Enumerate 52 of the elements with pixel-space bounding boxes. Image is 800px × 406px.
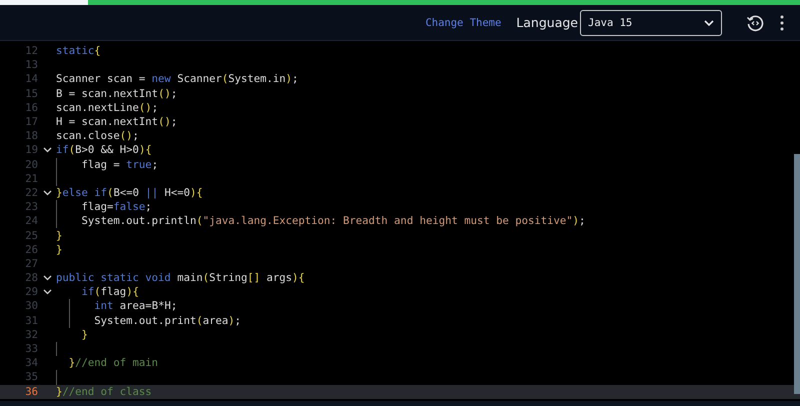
code-line: H = scan.nextInt(); <box>56 116 178 128</box>
caret-icon <box>704 20 714 26</box>
code-line: flag = true; <box>82 158 158 171</box>
code-line: static{ <box>56 45 101 58</box>
code-line: public static void main(String[] args){ <box>56 272 305 284</box>
line-number: 35 <box>24 371 38 384</box>
code-line: } <box>82 328 88 341</box>
code-line: } <box>56 244 62 256</box>
line-number: 15 <box>24 88 38 100</box>
code-line: Scanner scan = new Scanner(System.in); <box>56 73 298 86</box>
code-line: scan.nextLine(); <box>56 102 158 114</box>
history-icon[interactable] <box>746 14 764 32</box>
code-line: }//end of class <box>56 386 152 398</box>
line-number: 33 <box>24 343 38 356</box>
code-line: int area=B*H; <box>94 300 178 312</box>
line-number: 18 <box>24 130 38 142</box>
line-number: 25 <box>24 230 38 242</box>
code-line: flag=false; <box>82 201 152 214</box>
line-number: 23 <box>24 201 38 214</box>
code-line: } <box>56 230 62 242</box>
line-number: 20 <box>24 158 38 171</box>
line-number: 22 <box>24 186 38 199</box>
code-line: }//end of main <box>68 357 158 370</box>
language-select[interactable]: Java 15 <box>580 10 722 36</box>
scrollbar-thumb[interactable] <box>794 154 800 394</box>
line-number: 28 <box>24 272 38 284</box>
more-options-icon[interactable] <box>780 14 784 30</box>
code-line: System.out.println("java.lang.Exception: Breadth and height must be positive"); <box>82 215 586 228</box>
line-number: 30 <box>24 300 38 312</box>
line-number: 16 <box>24 102 38 114</box>
line-number: 27 <box>24 258 38 270</box>
language-label: Language <box>516 15 578 30</box>
code-line: B = scan.nextInt(); <box>56 88 178 100</box>
line-number: 24 <box>24 215 38 228</box>
line-number: 29 <box>24 286 38 298</box>
change-theme-link[interactable]: Change Theme <box>425 16 502 28</box>
line-number: 34 <box>24 357 38 370</box>
line-number: 21 <box>24 172 38 185</box>
code-line: scan.close(); <box>56 130 139 142</box>
line-number: 26 <box>24 244 38 256</box>
line-number: 17 <box>24 116 38 128</box>
code-line: if(B>0 && H>0){ <box>56 144 152 156</box>
line-number: 36 <box>24 386 38 398</box>
line-number: 12 <box>24 45 38 58</box>
code-line: System.out.print(area); <box>94 314 242 327</box>
code-line: }else if(B<=0 || H<=0){ <box>56 186 203 199</box>
line-number: 31 <box>24 314 38 327</box>
code-line: if(flag){ <box>82 286 139 298</box>
line-number: 32 <box>24 328 38 341</box>
line-number: 19 <box>24 144 38 156</box>
line-number: 14 <box>24 73 38 86</box>
line-number: 13 <box>24 59 38 72</box>
